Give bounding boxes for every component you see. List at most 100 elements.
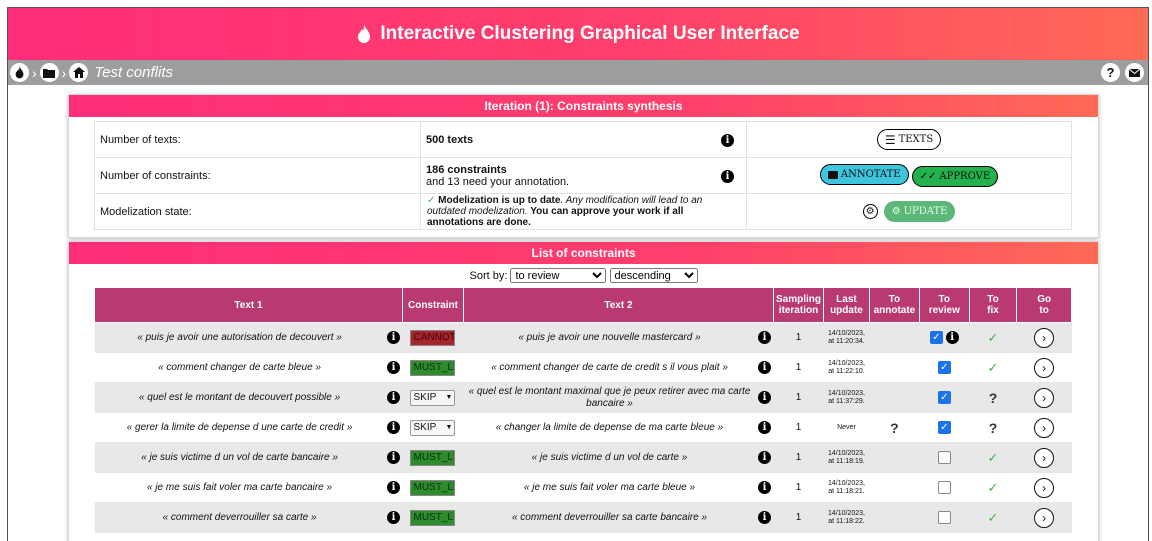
text2-info: i <box>755 382 774 413</box>
constraint-select[interactable]: SKIP ▼ <box>410 389 456 406</box>
text2-info: i <box>755 322 774 353</box>
to-review-checkbox[interactable] <box>937 481 951 494</box>
to-annotate-cell <box>869 382 920 413</box>
chevron-right-icon[interactable]: › <box>1034 417 1055 438</box>
texts-button[interactable]: ☰ TEXTS <box>876 129 942 150</box>
text1-cell[interactable]: « comment changer de carte bleue » <box>94 352 385 383</box>
to-review-checkbox[interactable]: ✓ <box>929 330 943 344</box>
approve-button[interactable]: ✓✓ APPROVE <box>911 165 999 187</box>
text2-info: i <box>755 352 774 383</box>
text2-cell[interactable]: « quel est le montant maximal que je peu… <box>463 382 756 413</box>
text1-cell[interactable]: « gerer la limite de depense d une carte… <box>94 412 385 443</box>
info-icon[interactable]: i <box>758 481 771 494</box>
chevron-right-icon[interactable]: › <box>1034 447 1055 468</box>
text2-info: i <box>755 472 774 503</box>
constraints-table: Text 1 Constraint Text 2 Sampling iterati… <box>93 287 1072 533</box>
to-review-checkbox[interactable] <box>937 451 951 464</box>
info-icon[interactable]: i <box>387 481 401 494</box>
sort-order-select[interactable]: descending <box>609 268 698 283</box>
constraint-cell: MUST_LINK▼ <box>402 472 464 503</box>
constraint-cell: MUST_LINK▼ <box>402 442 464 473</box>
folder-icon[interactable] <box>39 63 59 82</box>
text1-cell[interactable]: « je suis victime d un vol de carte banc… <box>94 442 385 473</box>
chevron-right-icon[interactable]: › <box>1034 327 1055 348</box>
text1-info: i <box>384 352 403 383</box>
info-icon[interactable]: i <box>387 391 401 404</box>
text1-info: i <box>384 502 403 533</box>
info-icon[interactable]: i <box>721 169 734 183</box>
info-icon[interactable]: i <box>721 133 734 147</box>
info-icon[interactable]: i <box>758 511 771 524</box>
texts-count: 500 texts <box>426 133 474 146</box>
info-icon[interactable]: i <box>758 421 771 434</box>
chevron-right-icon[interactable]: › <box>1034 387 1055 408</box>
text1-info: i <box>384 322 403 353</box>
text1-cell[interactable]: « comment deverrouiller sa carte » <box>94 502 385 533</box>
text2-cell[interactable]: « puis je avoir une nouvelle mastercard … <box>463 322 756 353</box>
constraints-panel: List of constraints Sort by: to review d… <box>68 241 1099 541</box>
chevron-right-icon[interactable]: › <box>1034 507 1055 528</box>
gear-icon[interactable]: ⚙ <box>862 203 878 219</box>
constraint-cell: MUST_LINK▼ <box>402 352 464 383</box>
text2-info: i <box>755 412 774 443</box>
info-icon[interactable]: i <box>387 451 401 464</box>
info-icon[interactable]: i <box>387 511 401 524</box>
info-icon[interactable]: i <box>387 421 401 434</box>
double-check-icon: ✓✓ <box>919 170 937 182</box>
text1-cell[interactable]: « je me suis fait voler ma carte bancair… <box>94 472 385 503</box>
to-review-checkbox[interactable]: ✓ <box>937 421 951 434</box>
constraint-select[interactable]: MUST_LINK▼ <box>410 479 456 496</box>
to-fix-cell: ? <box>969 412 1017 443</box>
constraints-body: « puis je avoir une autorisation de deco… <box>94 322 1072 533</box>
iteration-cell: 1 <box>773 322 824 353</box>
text2-cell[interactable]: « comment deverrouiller sa carte bancair… <box>463 502 756 533</box>
chevron-right-icon[interactable]: › <box>1034 357 1055 378</box>
app-title: Interactive Clustering Graphical User In… <box>380 23 800 44</box>
info-icon[interactable]: i <box>758 451 771 464</box>
constraint-cell: SKIP ▼ <box>402 382 464 413</box>
iteration-cell: 1 <box>773 502 824 533</box>
to-annotate-cell <box>869 502 920 533</box>
home-icon[interactable] <box>69 63 89 82</box>
annotate-button[interactable]: ANNOTATE <box>819 164 909 186</box>
table-row: « je me suis fait voler ma carte bancair… <box>94 472 1072 503</box>
constraints-actions: ANNOTATE ✓✓ APPROVE <box>746 157 1072 194</box>
flame-icon[interactable] <box>10 63 29 82</box>
update-button[interactable]: ⚙ UPDATE <box>883 201 956 222</box>
sort-by-select[interactable]: to review <box>510 268 607 283</box>
constraints-annotation-note: and 13 need your annotation. <box>426 175 570 188</box>
info-icon[interactable]: i <box>387 361 401 374</box>
update-icon: ⚙ <box>891 206 901 217</box>
to-review-checkbox[interactable]: ✓ <box>937 361 951 374</box>
constraint-select[interactable]: MUST_LINK▼ <box>410 359 456 376</box>
text1-cell[interactable]: « puis je avoir une autorisation de deco… <box>94 322 385 353</box>
info-icon[interactable]: i <box>758 391 771 404</box>
annotate-icon <box>827 170 838 179</box>
constraint-select[interactable]: MUST_LINK▼ <box>410 449 456 466</box>
text2-cell[interactable]: « je me suis fait voler ma carte bleue » <box>463 472 756 503</box>
mail-icon[interactable] <box>1125 63 1144 82</box>
to-review-cell: ✓ i <box>919 322 970 353</box>
constraint-select[interactable]: SKIP ▼ <box>410 419 456 436</box>
table-row: « quel est le montant de decouvert possi… <box>94 382 1072 413</box>
text2-cell[interactable]: « je suis victime d un vol de carte » <box>463 442 756 473</box>
to-review-cell <box>919 442 970 473</box>
text2-cell[interactable]: « changer la limite de depense de ma car… <box>463 412 756 443</box>
to-review-checkbox[interactable]: ✓ <box>937 391 951 404</box>
help-icon[interactable]: ? <box>1101 63 1120 82</box>
go-to-cell: › <box>1016 442 1072 473</box>
info-icon[interactable]: i <box>758 331 771 344</box>
text2-cell[interactable]: « comment changer de carte de credit s i… <box>463 352 756 383</box>
chevron-right-icon[interactable]: › <box>1034 477 1055 498</box>
info-icon[interactable]: i <box>945 331 959 345</box>
text1-cell[interactable]: « quel est le montant de decouvert possi… <box>94 382 385 413</box>
to-fix-cell: ✓ <box>969 502 1017 533</box>
info-icon[interactable]: i <box>758 361 771 374</box>
to-review-checkbox[interactable] <box>937 511 951 524</box>
constraint-select[interactable]: CANNOT▼ <box>410 329 456 346</box>
constraint-select[interactable]: MUST_LINK▼ <box>410 509 456 526</box>
info-icon[interactable]: i <box>387 331 401 344</box>
synthesis-title: Iteration (1): Constraints synthesis <box>69 95 1098 117</box>
iteration-cell: 1 <box>773 442 824 473</box>
breadcrumb-project[interactable]: Test conflits <box>94 64 173 81</box>
